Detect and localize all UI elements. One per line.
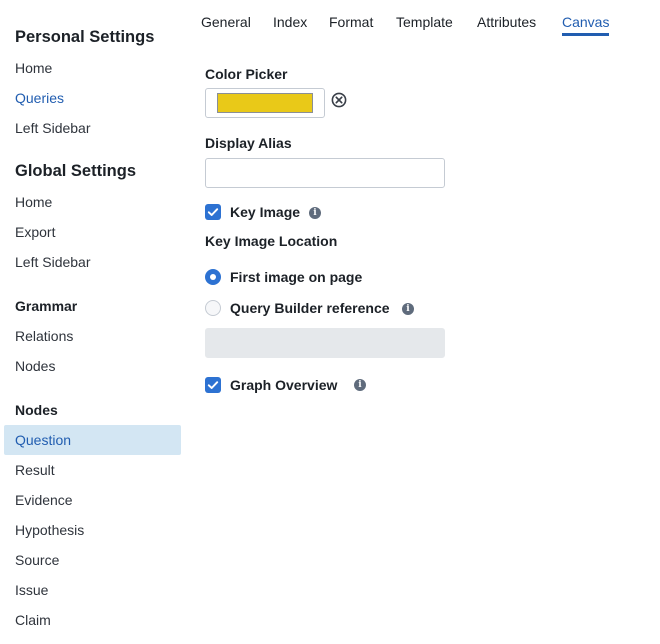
query-builder-info-icon[interactable]: i	[402, 303, 414, 315]
settings-sidebar: Personal Settings Home Queries Left Side…	[0, 0, 186, 644]
color-picker-button[interactable]	[205, 88, 325, 118]
tab-attributes[interactable]: Attributes	[477, 14, 536, 36]
nodes-heading: Nodes	[15, 402, 58, 418]
color-swatch	[217, 93, 313, 113]
tab-format[interactable]: Format	[329, 14, 373, 36]
sidebar-item-result[interactable]: Result	[4, 455, 181, 485]
tab-general[interactable]: General	[201, 14, 251, 36]
grammar-heading: Grammar	[15, 298, 78, 314]
sidebar-item-grammar-nodes[interactable]: Nodes	[4, 351, 181, 381]
query-builder-radio[interactable]	[205, 300, 221, 316]
first-image-option-label[interactable]: First image on page	[230, 269, 362, 285]
sidebar-item-source[interactable]: Source	[4, 545, 181, 575]
query-builder-reference-input	[205, 328, 445, 358]
sidebar-item-relations[interactable]: Relations	[4, 321, 181, 351]
query-builder-option-label[interactable]: Query Builder reference	[230, 300, 390, 316]
display-alias-input[interactable]	[205, 158, 445, 188]
personal-settings-heading: Personal Settings	[15, 28, 155, 46]
sidebar-item-personal-left-sidebar[interactable]: Left Sidebar	[4, 113, 181, 143]
sidebar-item-evidence[interactable]: Evidence	[4, 485, 181, 515]
global-settings-heading: Global Settings	[15, 162, 137, 180]
sidebar-item-global-home[interactable]: Home	[4, 187, 181, 217]
sidebar-item-issue[interactable]: Issue	[4, 575, 181, 605]
sidebar-item-question[interactable]: Question	[4, 425, 181, 455]
sidebar-item-personal-home[interactable]: Home	[4, 53, 181, 83]
display-alias-label: Display Alias	[205, 135, 292, 151]
settings-page: Personal Settings Home Queries Left Side…	[0, 0, 660, 644]
checkmark-icon	[207, 381, 219, 389]
clear-color-icon[interactable]	[331, 92, 347, 108]
sidebar-item-personal-queries[interactable]: Queries	[4, 83, 181, 113]
first-image-radio[interactable]	[205, 269, 221, 285]
sidebar-item-global-export[interactable]: Export	[4, 217, 181, 247]
checkmark-icon	[207, 208, 219, 216]
graph-overview-label[interactable]: Graph Overview	[230, 377, 337, 393]
graph-overview-checkbox[interactable]	[205, 377, 221, 393]
key-image-location-label: Key Image Location	[205, 233, 338, 249]
color-picker-label: Color Picker	[205, 66, 288, 82]
sidebar-item-claim[interactable]: Claim	[4, 605, 181, 635]
sidebar-item-hypothesis[interactable]: Hypothesis	[4, 515, 181, 545]
graph-overview-info-icon[interactable]: i	[354, 379, 366, 391]
key-image-info-icon[interactable]: i	[309, 207, 321, 219]
tab-template[interactable]: Template	[396, 14, 453, 36]
sidebar-item-global-left-sidebar[interactable]: Left Sidebar	[4, 247, 181, 277]
key-image-checkbox[interactable]	[205, 204, 221, 220]
tab-canvas[interactable]: Canvas	[562, 14, 610, 36]
tab-index[interactable]: Index	[273, 14, 307, 36]
key-image-label[interactable]: Key Image	[230, 204, 300, 220]
